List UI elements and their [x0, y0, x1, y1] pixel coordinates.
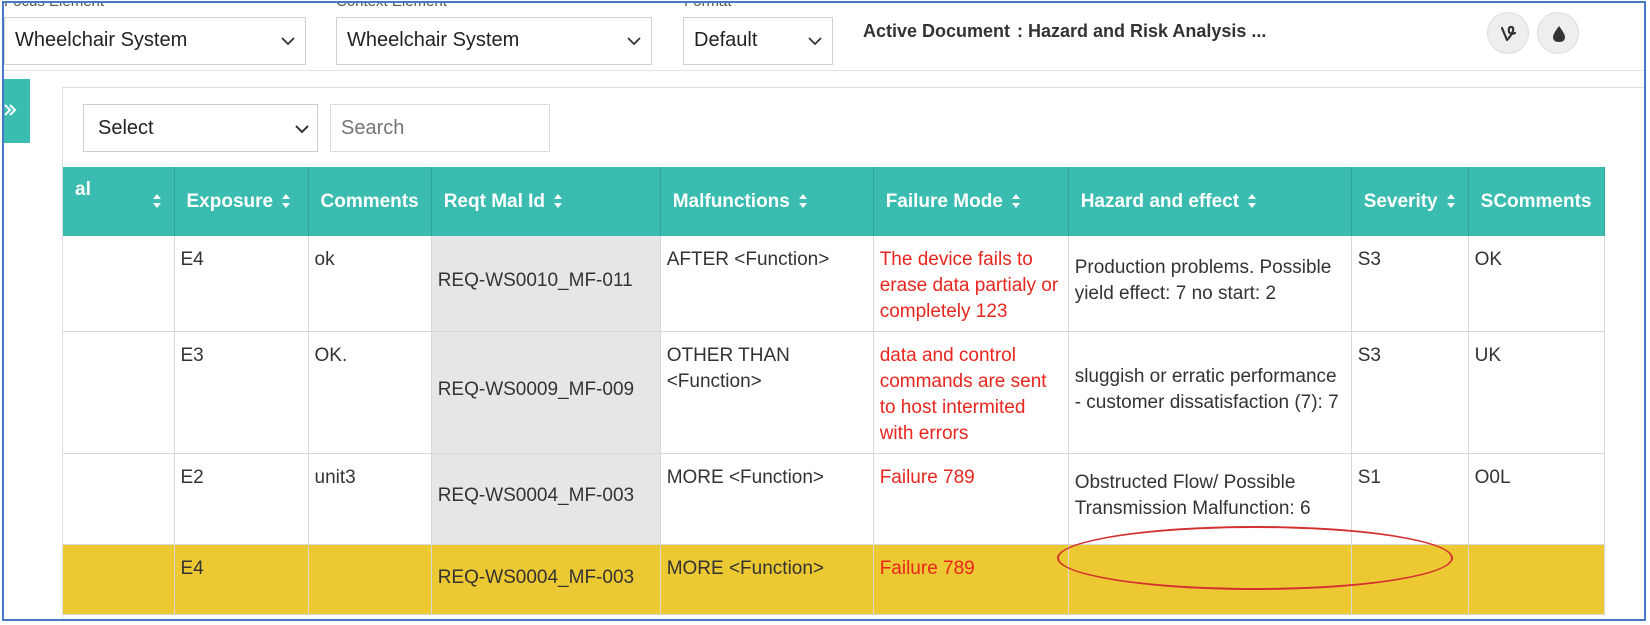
table-row[interactable]: E4 ok REQ-WS0010_MF-011 AFTER <Function>… — [63, 236, 1605, 332]
drop-icon — [1553, 26, 1565, 42]
comments-cell: unit3 — [308, 453, 432, 545]
sort-updown-icon — [1248, 194, 1257, 209]
drop-button[interactable] — [1537, 12, 1579, 54]
table-row[interactable]: E3 OK. REQ-WS0009_MF-009 OTHER THAN <Fun… — [63, 331, 1605, 454]
failure-mode-cell: Failure 789 — [873, 453, 1069, 545]
reqt-mal-id-cell: REQ-WS0004_MF-003 — [431, 544, 661, 615]
comments-cell: ok — [308, 236, 432, 332]
hazard-cell: sluggish or erratic performance - custom… — [1068, 331, 1352, 454]
column-header-label: Failure Mode — [885, 190, 1003, 212]
column-header-label: Exposure — [186, 190, 274, 212]
malfunction-cell: MORE <Function> — [660, 453, 874, 545]
column-header-label: al — [75, 179, 91, 200]
malfunction-cell: OTHER THAN <Function> — [660, 331, 874, 454]
failure-mode-cell: The device fails to erase data partialy … — [873, 236, 1069, 332]
context-element-value: Wheelchair System — [347, 29, 520, 51]
column-header-comments[interactable]: Comments — [308, 167, 432, 236]
chevron-down-icon — [295, 125, 309, 134]
comments-cell: OK. — [308, 331, 432, 454]
table-header-row: al Exposure Comments Reqt Mal Id Malfunc… — [63, 167, 1605, 236]
exposure-cell: E3 — [174, 331, 309, 454]
table-cell — [63, 453, 175, 545]
exposure-cell: E4 — [174, 236, 309, 332]
failure-mode-cell: data and control commands are sent to ho… — [873, 331, 1069, 454]
active-document-label: Active Document — [863, 21, 1011, 41]
table-cell — [63, 236, 175, 332]
table-row[interactable]: E2 unit3 REQ-WS0004_MF-003 MORE <Functio… — [63, 453, 1605, 545]
scomments-cell: OK — [1468, 236, 1605, 332]
column-header-hazard-and-effect[interactable]: Hazard and effect — [1068, 167, 1352, 236]
context-element-dropdown[interactable]: Wheelchair System — [336, 17, 652, 65]
sort-updown-icon — [798, 194, 807, 209]
reqt-mal-id-cell: REQ-WS0010_MF-011 — [431, 236, 661, 332]
chevron-down-icon — [281, 37, 295, 46]
severity-cell: S3 — [1351, 236, 1469, 332]
sidebar-expand-button[interactable] — [4, 79, 30, 143]
sort-updown-icon — [152, 194, 161, 208]
annotation-ellipse — [1057, 526, 1453, 590]
column-header-exposure[interactable]: Exposure — [174, 167, 309, 236]
column-header-reqt-mal-id[interactable]: Reqt Mal Id — [431, 167, 661, 236]
column-select-dropdown[interactable]: Select — [83, 104, 318, 152]
reqt-mal-id-cell: REQ-WS0004_MF-003 — [431, 453, 661, 545]
column-header-label: SComments — [1480, 190, 1592, 212]
reqt-mal-id-cell: REQ-WS0009_MF-009 — [431, 331, 661, 454]
vine-button[interactable] — [1487, 12, 1529, 54]
sort-updown-icon — [1446, 194, 1455, 209]
sort-updown-icon — [554, 194, 563, 209]
column-header-scomments[interactable]: SComments — [1468, 167, 1605, 236]
focus-element-value: Wheelchair System — [15, 29, 188, 51]
focus-element-dropdown[interactable]: Wheelchair System — [4, 17, 306, 65]
column-header-al[interactable]: al — [63, 167, 175, 236]
filter-bar: Focus Element Context Element Format Whe… — [4, 1, 1644, 71]
column-header-label: Reqt Mal Id — [443, 190, 546, 212]
scomments-cell — [1468, 544, 1605, 615]
column-select-value: Select — [98, 117, 154, 139]
column-header-failure-mode[interactable]: Failure Mode — [873, 167, 1069, 236]
chevron-down-icon — [808, 37, 822, 46]
malfunction-cell: AFTER <Function> — [660, 236, 874, 332]
sort-updown-icon — [1011, 194, 1020, 209]
column-header-label: Comments — [320, 190, 419, 212]
search-input[interactable] — [330, 104, 550, 152]
scomments-cell: O0L — [1468, 453, 1605, 545]
double-chevron-right-icon — [4, 104, 17, 116]
chevron-down-icon — [627, 37, 641, 46]
table-cell — [63, 544, 175, 615]
active-document-value: : Hazard and Risk Analysis ... — [1017, 21, 1267, 41]
focus-element-label: Focus Element — [4, 1, 105, 10]
hazard-cell: Production problems. Possible yield effe… — [1068, 236, 1352, 332]
column-header-label: Severity — [1363, 190, 1438, 212]
table-cell — [63, 331, 175, 454]
column-header-label: Malfunctions — [672, 190, 790, 212]
format-dropdown[interactable]: Default — [683, 17, 833, 65]
exposure-cell: E2 — [174, 453, 309, 545]
format-label: Format — [684, 1, 732, 10]
column-header-severity[interactable]: Severity — [1351, 167, 1469, 236]
severity-cell: S3 — [1351, 331, 1469, 454]
format-value: Default — [694, 29, 758, 51]
malfunction-cell: MORE <Function> — [660, 544, 874, 615]
comments-cell — [308, 544, 432, 615]
column-header-malfunctions[interactable]: Malfunctions — [660, 167, 874, 236]
app-window: Focus Element Context Element Format Whe… — [2, 1, 1646, 621]
sort-updown-icon — [282, 194, 291, 209]
column-header-label: Hazard and effect — [1080, 190, 1240, 212]
failure-mode-cell: Failure 789 — [873, 544, 1069, 615]
vine-icon — [1500, 25, 1517, 42]
exposure-cell: E4 — [174, 544, 309, 615]
context-element-label: Context Element — [336, 1, 447, 10]
scomments-cell: UK — [1468, 331, 1605, 454]
